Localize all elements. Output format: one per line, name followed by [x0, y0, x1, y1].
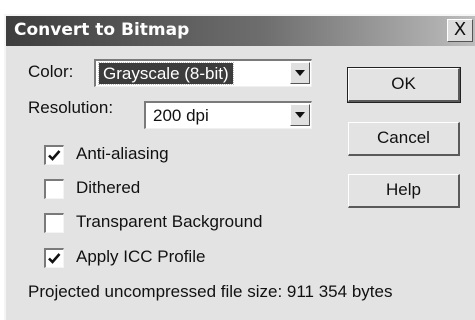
apply-icc-profile-label: Apply ICC Profile [76, 247, 206, 266]
transparent-background-checkbox[interactable] [44, 213, 64, 233]
chevron-down-icon[interactable] [290, 104, 310, 126]
color-select[interactable]: Grayscale (8-bit) [94, 59, 312, 87]
dialog-title: Convert to Bitmap [14, 20, 190, 40]
ok-button[interactable]: OK [347, 67, 461, 103]
color-label: Color: [28, 62, 74, 81]
chevron-down-icon[interactable] [290, 62, 310, 84]
checkmark-icon [48, 253, 61, 264]
resolution-select[interactable]: 200 dpi [144, 101, 312, 129]
cancel-button[interactable]: Cancel [348, 122, 460, 156]
anti-aliasing-checkbox[interactable] [44, 145, 64, 165]
transparent-background-label: Transparent Background [76, 212, 263, 231]
apply-icc-profile-checkbox[interactable] [44, 248, 64, 268]
checkmark-icon [48, 150, 61, 161]
anti-aliasing-label: Anti-aliasing [76, 144, 169, 163]
resolution-select-value: 200 dpi [153, 106, 209, 125]
file-size-text: Projected uncompressed file size: 911 35… [28, 282, 393, 301]
dithered-checkbox[interactable] [44, 179, 64, 199]
help-button[interactable]: Help [348, 174, 460, 208]
resolution-label: Resolution: [28, 98, 114, 117]
color-select-value: Grayscale (8-bit) [98, 62, 234, 85]
close-button[interactable]: X [447, 19, 473, 42]
convert-to-bitmap-dialog: Convert to Bitmap X Color: Grayscale (8-… [4, 14, 475, 320]
dithered-label: Dithered [76, 178, 141, 197]
title-bar[interactable]: Convert to Bitmap X [6, 16, 475, 46]
close-icon: X [453, 19, 467, 40]
